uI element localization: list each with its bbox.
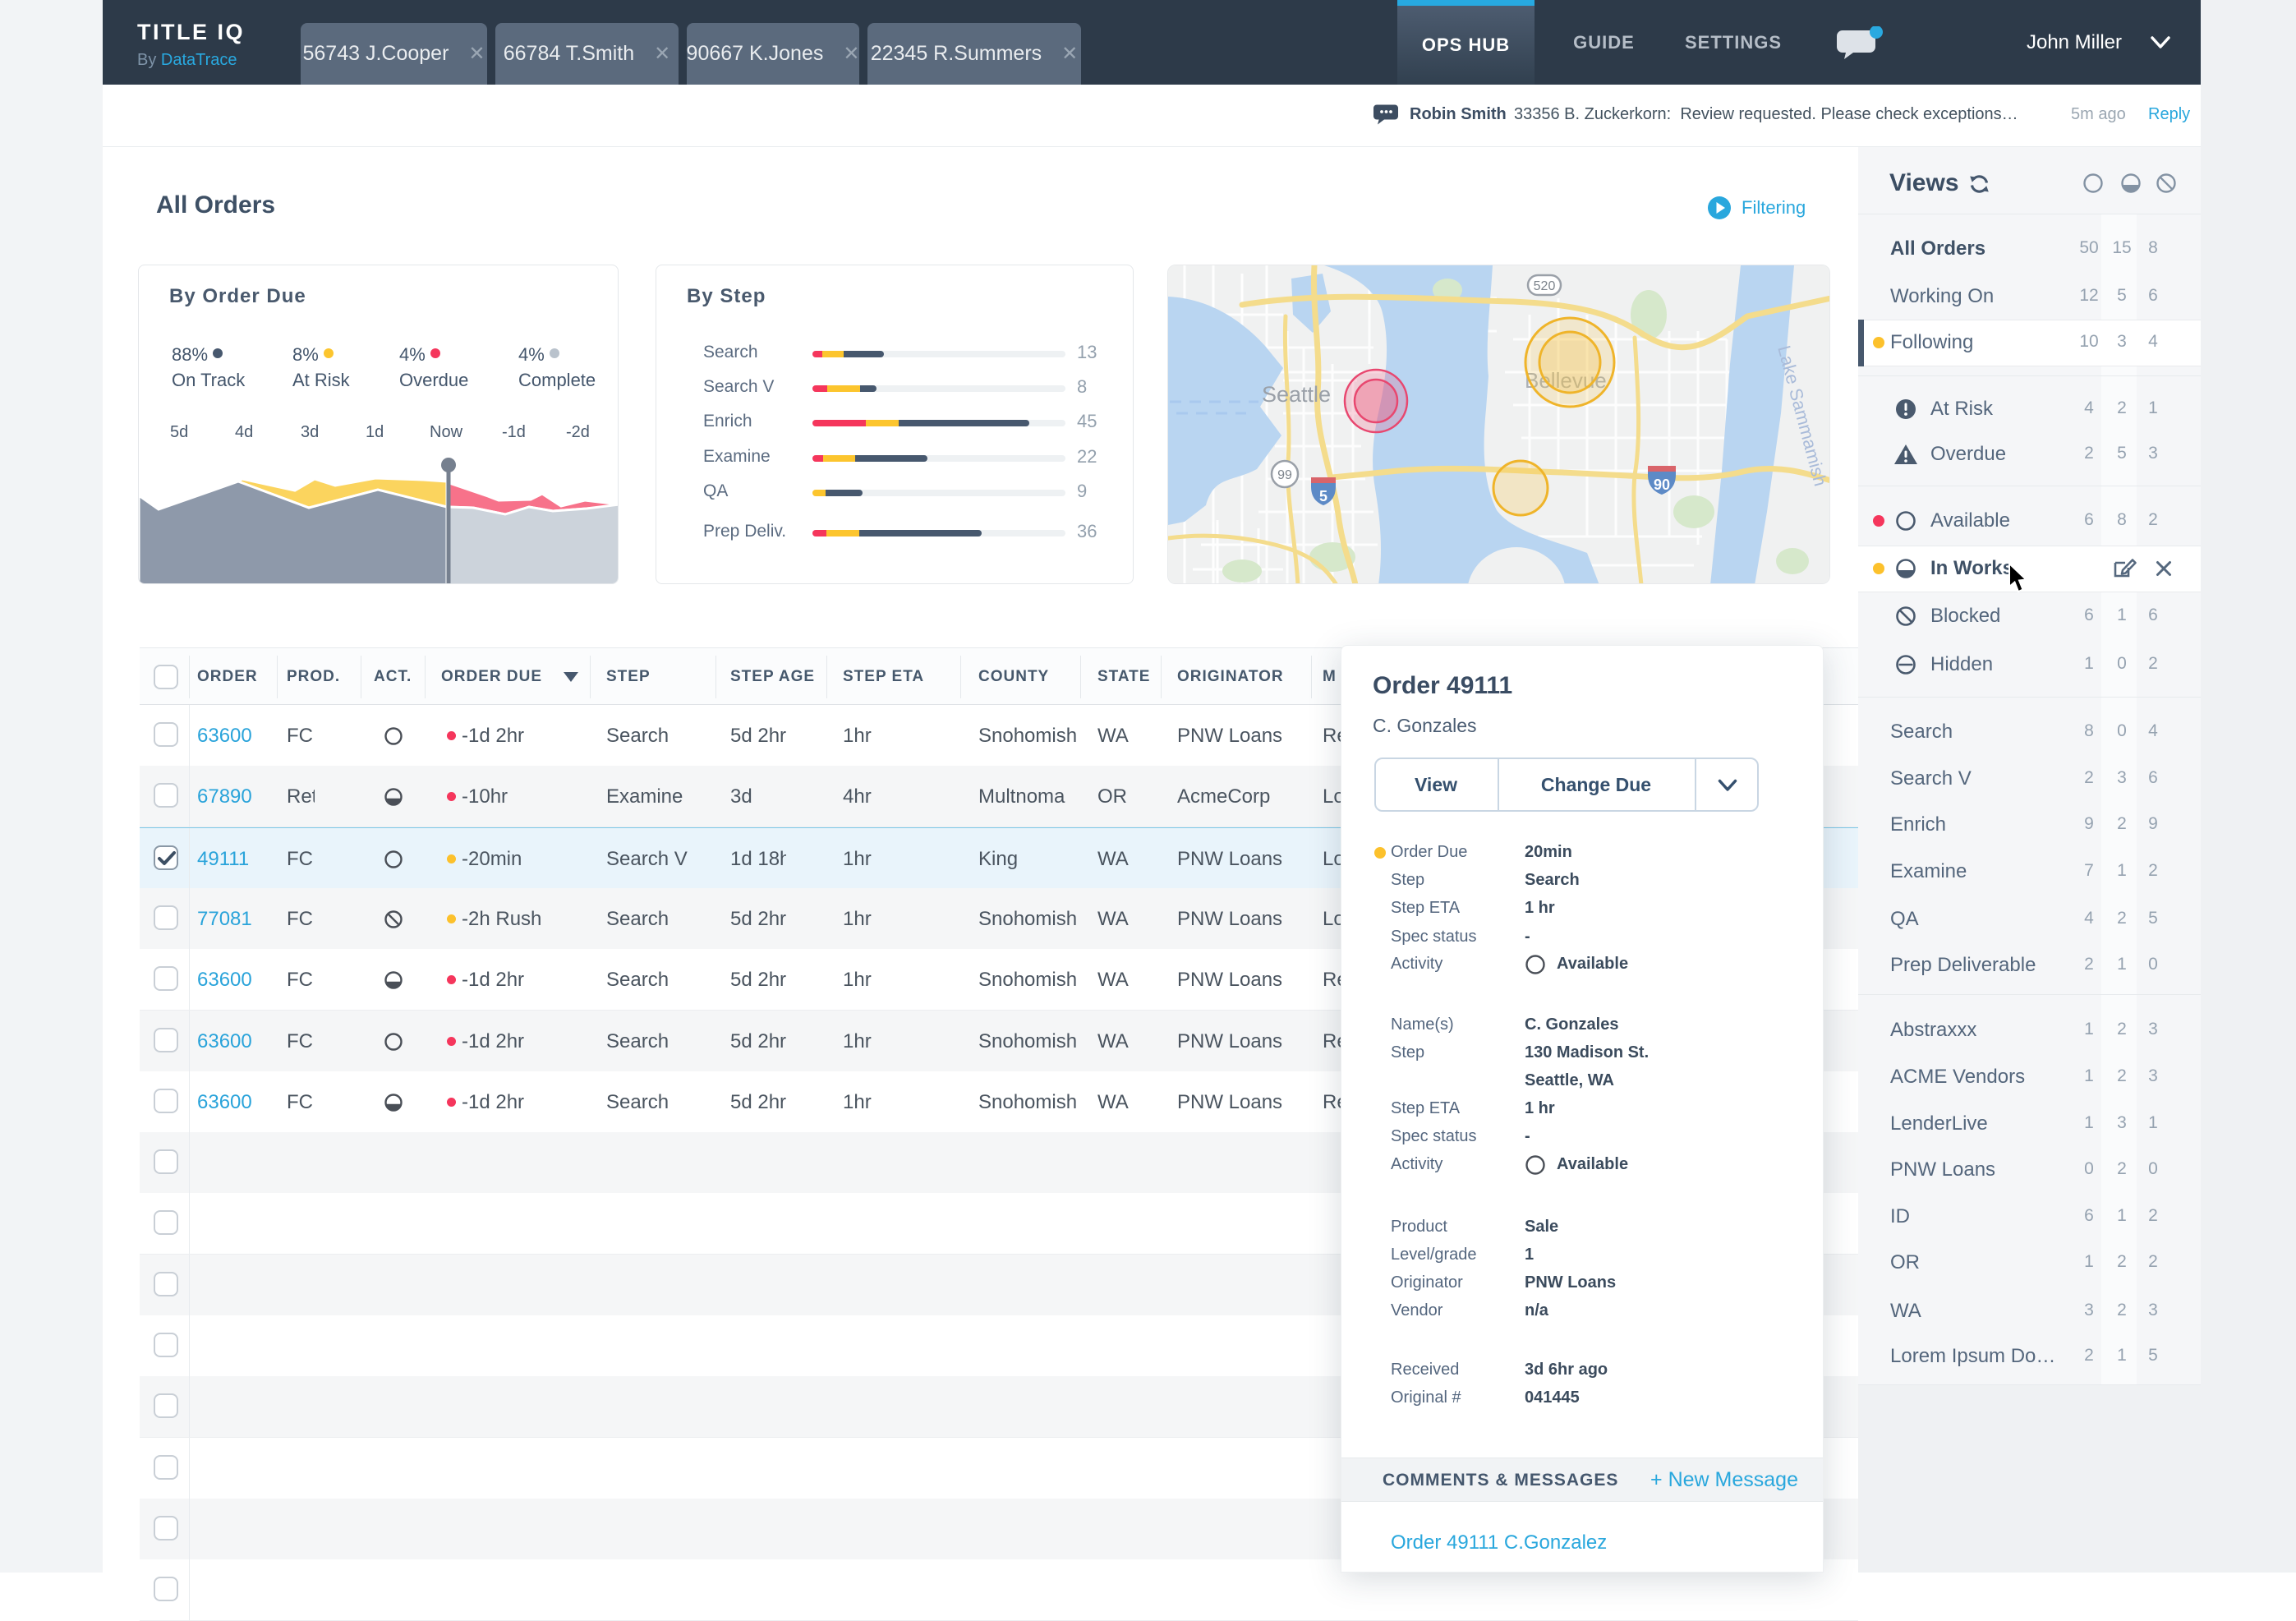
svg-text:Seattle: Seattle — [1262, 382, 1331, 407]
svg-text:5: 5 — [1319, 488, 1327, 504]
svg-text:99: 99 — [1277, 468, 1292, 482]
svg-text:90: 90 — [1654, 477, 1670, 493]
svg-text:520: 520 — [1534, 279, 1556, 293]
